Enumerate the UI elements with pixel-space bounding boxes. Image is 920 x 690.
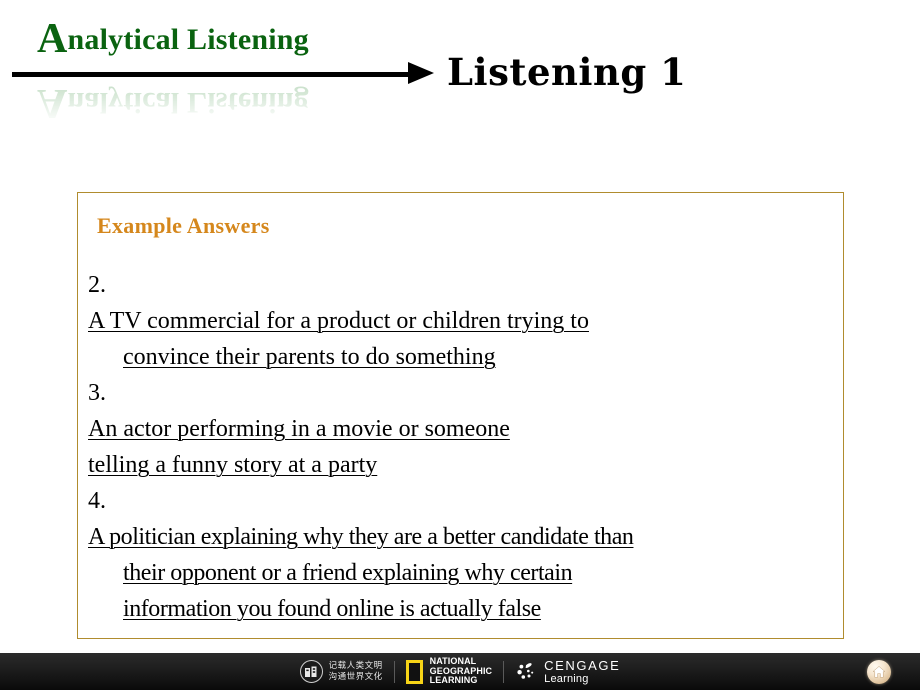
- brand-title: Analytical Listening: [37, 18, 309, 60]
- natgeo-text: NATIONAL GEOGRAPHIC LEARNING: [430, 657, 493, 686]
- answer-line: A TV commercial for a product or childre…: [88, 308, 589, 334]
- cengage-learning-logo: CENGAGE Learning: [515, 653, 620, 690]
- brand-initial: A: [37, 16, 68, 62]
- cengage-pinwheel-icon: [515, 661, 537, 683]
- panel-heading: Example Answers: [97, 213, 270, 238]
- cengage-name: CENGAGE: [544, 657, 621, 673]
- publisher-logos: 记载人类文明 沟通世界文化 NATIONAL GEOGRAPHIC LEARNI…: [0, 653, 920, 690]
- seal-line-1: 记载人类文明: [328, 660, 383, 671]
- answer-line: A politician explaining why they are a b…: [88, 524, 634, 550]
- cengage-text: CENGAGE Learning: [544, 657, 621, 685]
- answer-number: 4.: [88, 488, 106, 514]
- answer-line: information you found online is actually…: [123, 596, 541, 622]
- logo-divider: [393, 660, 395, 683]
- brand-title-reflection: Analytical Listening: [37, 80, 309, 126]
- natgeo-line-3: LEARNING: [429, 675, 478, 686]
- answer-number: 2.: [88, 272, 106, 298]
- slide-header: Analytical Listening Analytical Listenin…: [0, 0, 920, 150]
- answer-line: An actor performing in a movie or someon…: [88, 416, 510, 442]
- brand-title-rest-reflection: nalytical Listening: [67, 86, 309, 119]
- footer-bar: 记载人类文明 沟通世界文化 NATIONAL GEOGRAPHIC LEARNI…: [0, 653, 920, 690]
- list-item: 3. An actor performing in a movie or som…: [88, 375, 837, 483]
- answers-list: 2. A TV commercial for a product or chil…: [88, 267, 837, 627]
- logo-divider: [503, 660, 505, 683]
- answer-line: telling a funny story at a party: [88, 452, 378, 478]
- answer-line: their opponent or a friend explaining wh…: [123, 560, 573, 586]
- seal-line-2: 沟通世界文化: [328, 671, 383, 682]
- natgeo-rectangle-icon: [405, 659, 423, 684]
- brand-lockup: Analytical Listening Analytical Listenin…: [12, 18, 434, 143]
- answer-number: 3.: [88, 380, 106, 406]
- brand-initial-reflection: A: [37, 80, 68, 126]
- publisher-seal-logo: 记载人类文明 沟通世界文化: [299, 653, 383, 690]
- seal-icon: [299, 660, 323, 683]
- brand-title-rest: nalytical Listening: [67, 23, 309, 56]
- page-title: Listening 1: [447, 50, 687, 94]
- answer-line: convince their parents to do something: [123, 344, 496, 370]
- example-answers-panel: Example Answers 2. A TV commercial for a…: [77, 192, 844, 639]
- list-item: 2. A TV commercial for a product or chil…: [88, 267, 837, 375]
- national-geographic-learning-logo: NATIONAL GEOGRAPHIC LEARNING: [405, 653, 493, 690]
- seal-text: 记载人类文明 沟通世界文化: [329, 661, 383, 683]
- right-arrow-icon: [408, 62, 434, 84]
- arrow-shaft: [12, 72, 412, 77]
- list-item: 4. A politician explaining why they are …: [88, 483, 837, 627]
- home-button[interactable]: [867, 660, 891, 684]
- home-icon: [872, 666, 886, 678]
- cengage-sub: Learning: [544, 672, 589, 685]
